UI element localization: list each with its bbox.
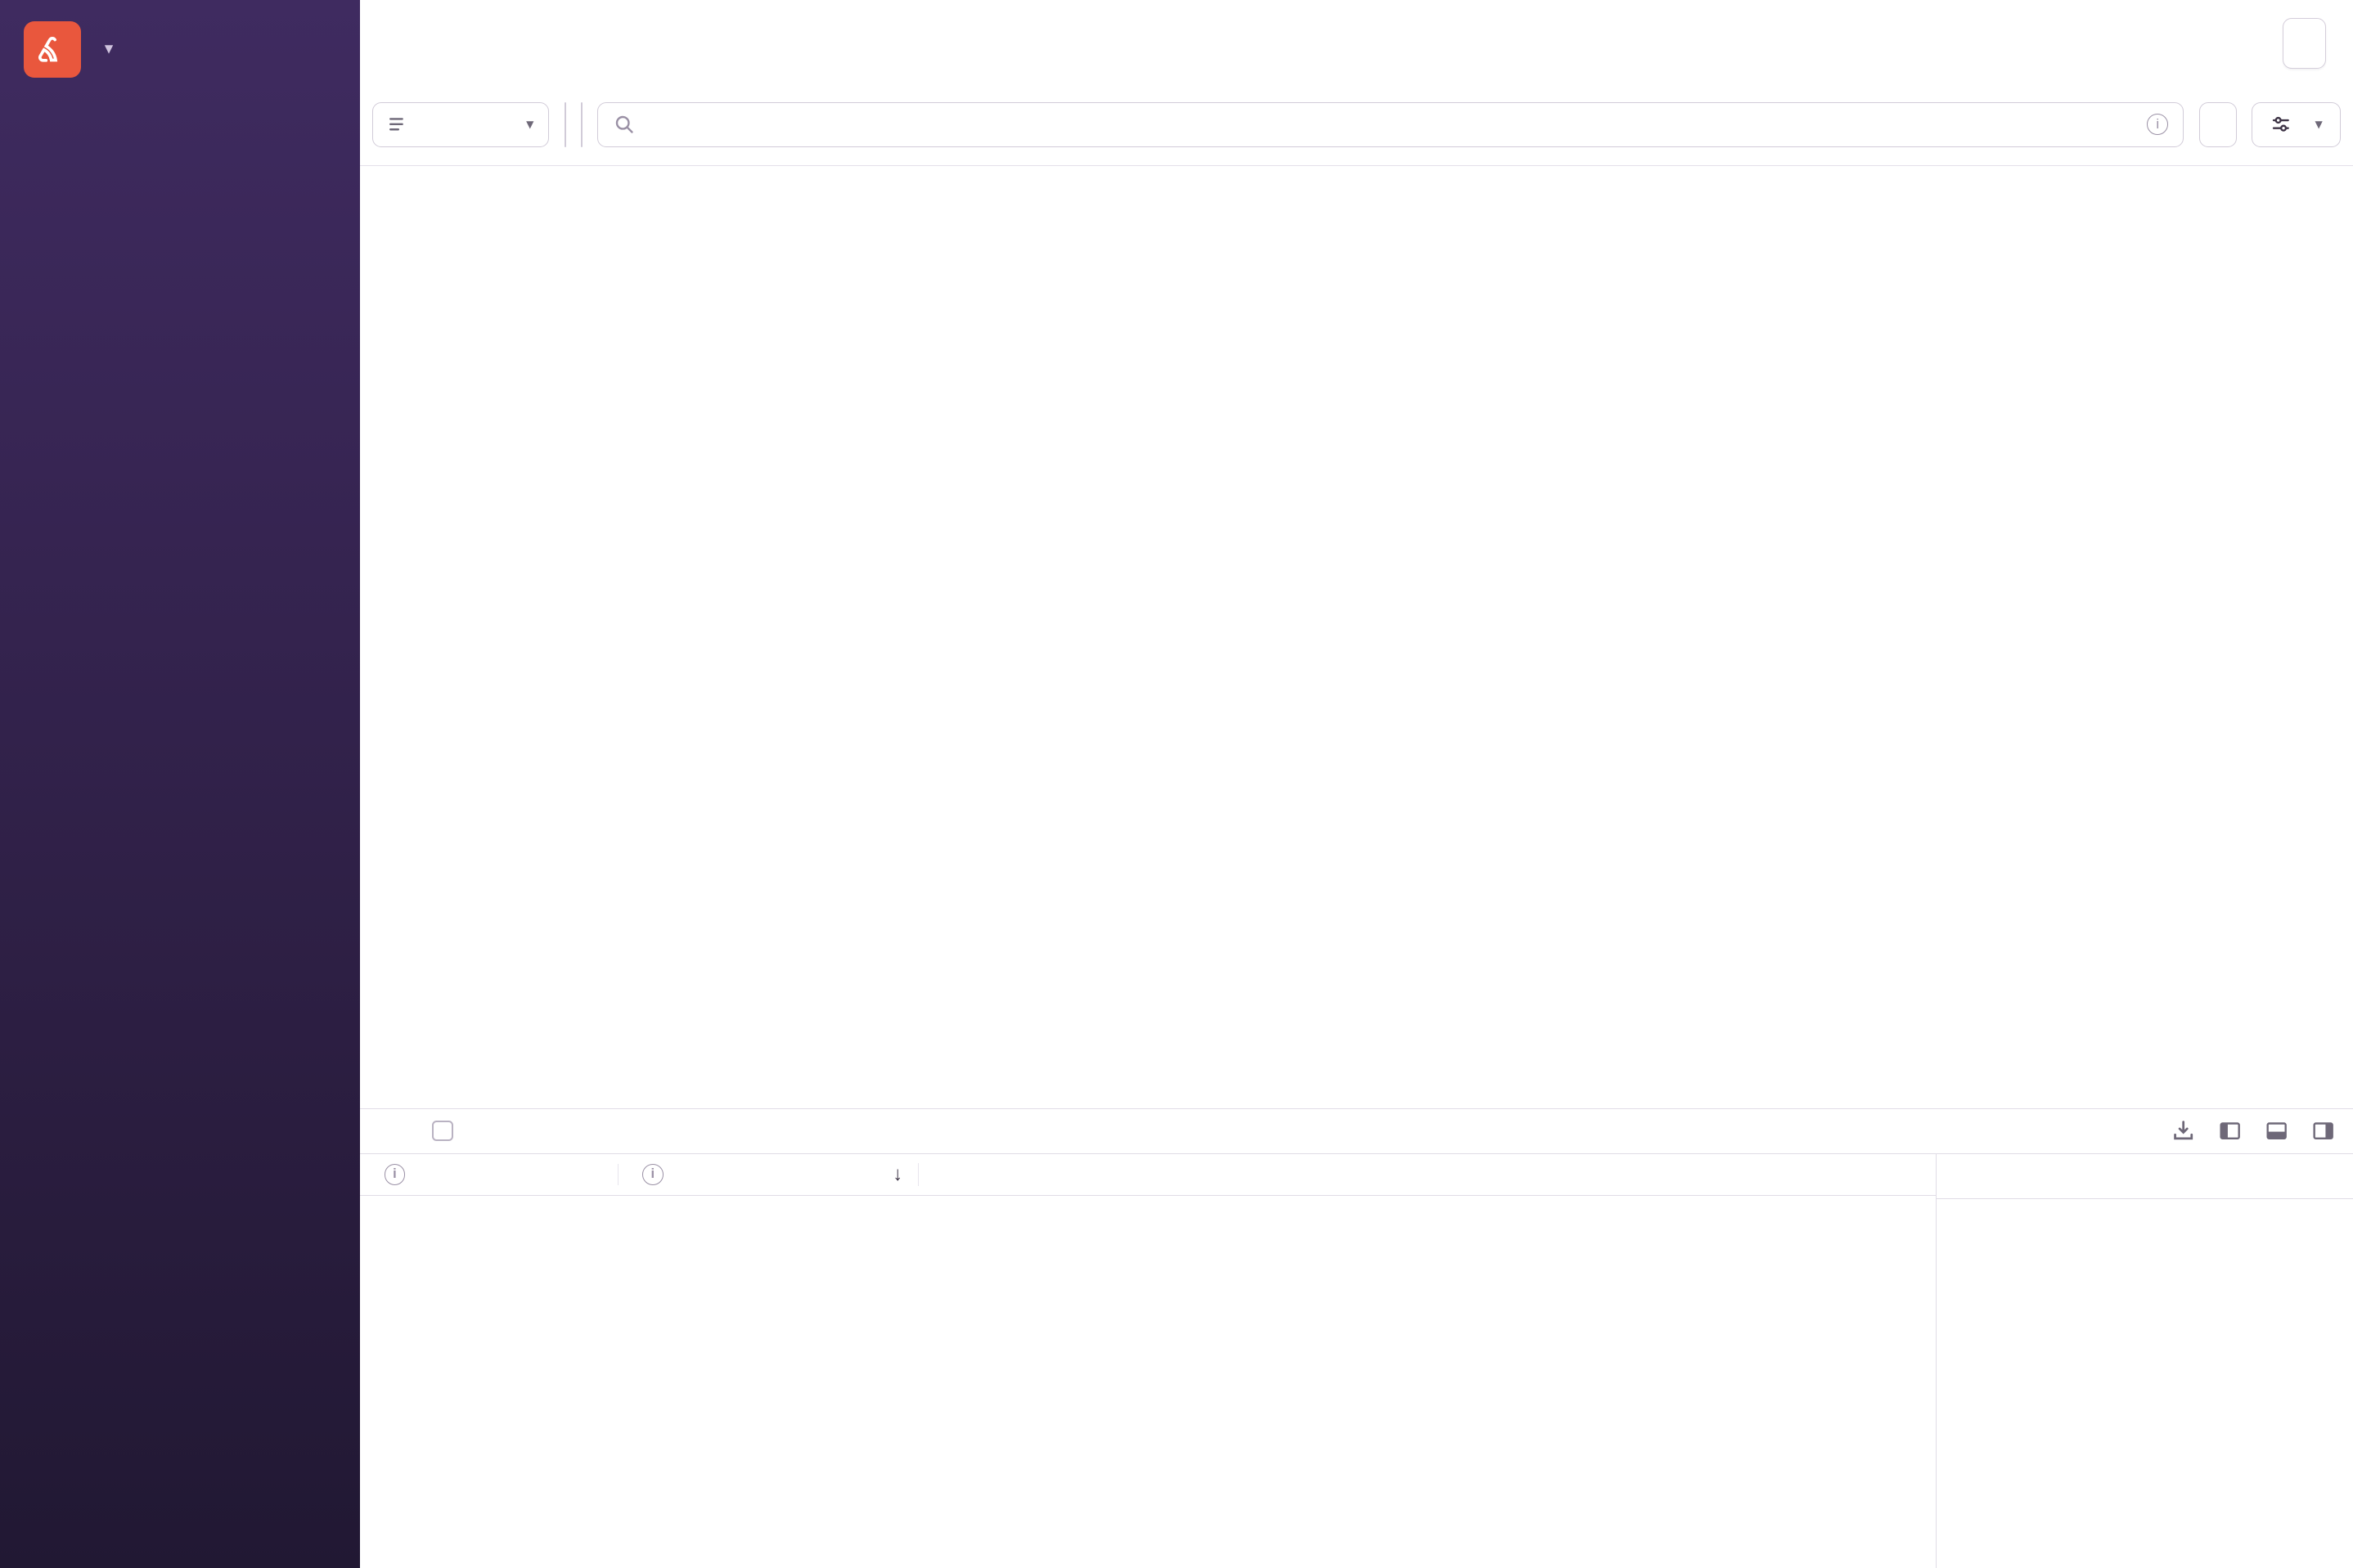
sorting-button-group xyxy=(564,101,566,147)
thread-select[interactable]: ▾ xyxy=(371,101,550,147)
org-switcher[interactable]: ▾ xyxy=(96,39,112,57)
chevron-down-icon: ▾ xyxy=(105,38,113,56)
chevron-down-icon: ▾ xyxy=(526,117,533,133)
details-tabs xyxy=(1937,1154,2353,1199)
find-frames-input[interactable] xyxy=(646,113,2135,137)
info-icon: i xyxy=(642,1163,664,1185)
panel-layout-controls xyxy=(2171,1119,2335,1143)
sidebar: ▾ xyxy=(0,0,361,1568)
color-coding-button[interactable]: ▾ xyxy=(2252,101,2342,147)
chevron-down-icon: ▾ xyxy=(2315,117,2323,133)
list-icon xyxy=(389,118,404,131)
direction-button-group xyxy=(580,101,583,147)
frames-table-header: i i ↓ xyxy=(360,1154,1937,1196)
details-fields xyxy=(1937,1199,2353,1217)
frame-stack-tabbar xyxy=(360,1109,2353,1154)
frames-table-body xyxy=(360,1196,1936,1568)
find-frames-search: i xyxy=(597,101,2184,147)
sentry-logo-icon xyxy=(38,36,58,62)
sort-desc-icon[interactable]: ↓ xyxy=(893,1163,902,1186)
frame-stack-panel: i i ↓ xyxy=(360,1107,2353,1568)
info-icon[interactable]: i xyxy=(2147,114,2169,136)
toolbar: ▾ i ▾ xyxy=(360,87,2353,166)
frame-stack-panes: i i ↓ xyxy=(360,1153,2353,1568)
collapse-recursion-checkbox[interactable] xyxy=(432,1120,453,1142)
reset-zoom-button[interactable] xyxy=(2198,101,2237,147)
sentry-logo xyxy=(24,20,82,79)
sidebar-footer xyxy=(0,1550,360,1568)
layout-right-icon[interactable] xyxy=(2311,1119,2335,1143)
frames-table: i i ↓ xyxy=(360,1154,1937,1568)
layout-bottom-icon[interactable] xyxy=(2265,1119,2288,1143)
search-icon xyxy=(615,116,633,134)
header xyxy=(360,0,2353,87)
details-panel xyxy=(1936,1153,2353,1568)
app-root: ▾ ▾ i ▾ i i ↓ xyxy=(0,0,2353,1568)
collapse-recursion-toggle[interactable] xyxy=(432,1120,464,1142)
info-icon: i xyxy=(384,1163,406,1185)
self-time-header[interactable]: i xyxy=(360,1163,619,1185)
flamegraph[interactable] xyxy=(360,165,2353,1108)
go-to-transaction-button[interactable] xyxy=(2282,18,2327,70)
org-header: ▾ xyxy=(0,0,360,93)
main-content: ▾ i ▾ i i ↓ xyxy=(360,0,2353,1568)
layout-left-icon[interactable] xyxy=(2218,1119,2242,1143)
sliders-icon xyxy=(2272,117,2289,133)
org-info: ▾ xyxy=(96,39,112,61)
export-icon[interactable] xyxy=(2171,1119,2195,1143)
total-time-header[interactable]: i ↓ xyxy=(619,1162,919,1186)
